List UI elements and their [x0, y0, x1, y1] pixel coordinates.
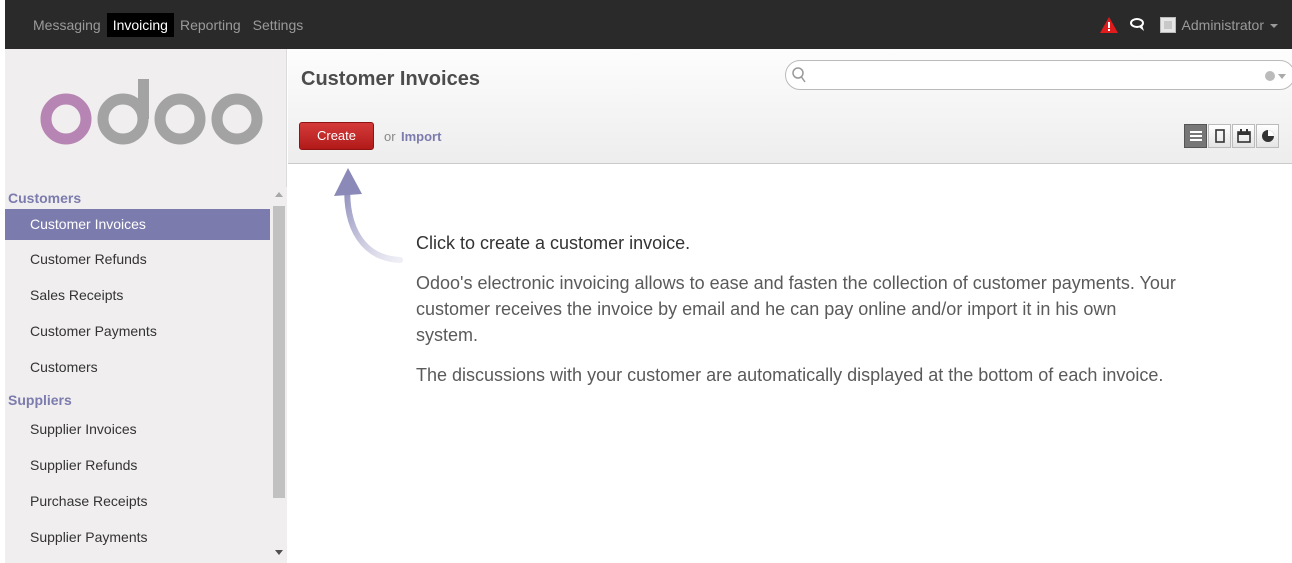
- help-lead: Click to create a customer invoice.: [416, 233, 691, 253]
- graph-view-icon: [1261, 130, 1274, 142]
- search-icon: [792, 67, 806, 83]
- sidebar-item-customer-payments[interactable]: Customer Payments: [5, 313, 270, 349]
- list-view-icon: [1189, 131, 1202, 141]
- sidebar-item-supplier-payments[interactable]: Supplier Payments: [5, 519, 270, 555]
- form-view-icon: [1214, 129, 1225, 143]
- help-paragraph-2: The discussions with your customer are a…: [416, 365, 1164, 385]
- sidebar: Customers Customer Invoices Customer Ref…: [5, 49, 287, 563]
- list-view-button[interactable]: [1184, 124, 1207, 148]
- top-navbar: Messaging Invoicing Reporting Settings A…: [5, 0, 1292, 49]
- warning-icon[interactable]: [1099, 16, 1118, 33]
- avatar: [1159, 16, 1176, 33]
- view-switcher: [1184, 124, 1280, 148]
- search-box[interactable]: [785, 60, 1292, 90]
- scrollbar-thumb[interactable]: [273, 206, 285, 498]
- sidebar-scrollbar[interactable]: [271, 187, 287, 563]
- scroll-down-icon[interactable]: [275, 550, 283, 555]
- search-input[interactable]: [810, 65, 1254, 87]
- sidebar-item-supplier-invoices[interactable]: Supplier Invoices: [5, 411, 270, 447]
- calendar-view-button[interactable]: [1232, 124, 1255, 148]
- clear-search-icon[interactable]: [1265, 71, 1275, 81]
- section-header-suppliers: Suppliers: [8, 392, 72, 408]
- user-name: Administrator: [1181, 16, 1264, 33]
- create-button[interactable]: Create: [299, 122, 374, 150]
- import-link[interactable]: Import: [401, 129, 441, 144]
- menu-invoicing[interactable]: Invoicing: [106, 13, 174, 37]
- chevron-down-icon: [1270, 23, 1278, 28]
- section-header-customers: Customers: [8, 190, 82, 206]
- sidebar-item-customer-refunds[interactable]: Customer Refunds: [5, 241, 270, 277]
- app-menu: Messaging Invoicing Reporting Settings: [27, 13, 309, 37]
- empty-state-help: Click to create a customer invoice. Odoo…: [416, 230, 1176, 402]
- control-panel: Customer Invoices Create or Import: [288, 49, 1292, 164]
- sidebar-menu: Customers Customer Invoices Customer Ref…: [5, 187, 270, 555]
- scroll-up-icon[interactable]: [275, 192, 283, 197]
- graph-view-button[interactable]: [1256, 124, 1279, 148]
- top-right-actions: Administrator: [1099, 0, 1292, 49]
- or-label: or: [384, 129, 396, 144]
- form-view-button[interactable]: [1208, 124, 1231, 148]
- menu-reporting[interactable]: Reporting: [174, 13, 247, 37]
- menu-settings[interactable]: Settings: [247, 13, 310, 37]
- calendar-view-icon: [1236, 129, 1251, 143]
- page-title: Customer Invoices: [301, 68, 480, 90]
- sidebar-item-sales-receipts[interactable]: Sales Receipts: [5, 277, 270, 313]
- user-menu[interactable]: Administrator: [1159, 16, 1278, 33]
- sidebar-item-purchase-receipts[interactable]: Purchase Receipts: [5, 483, 270, 519]
- odoo-logo: [40, 79, 263, 145]
- sidebar-item-supplier-refunds[interactable]: Supplier Refunds: [5, 447, 270, 483]
- help-paragraph-1: Odoo's electronic invoicing allows to ea…: [416, 273, 1176, 345]
- chat-icon[interactable]: [1129, 17, 1146, 32]
- curved-arrow-icon: [334, 168, 403, 263]
- menu-messaging[interactable]: Messaging: [27, 13, 107, 37]
- sidebar-item-customer-invoices[interactable]: Customer Invoices: [5, 209, 270, 240]
- sidebar-item-customers[interactable]: Customers: [5, 349, 270, 385]
- app-window: Messaging Invoicing Reporting Settings A…: [5, 0, 1292, 563]
- search-options-chevron-icon[interactable]: [1278, 74, 1286, 79]
